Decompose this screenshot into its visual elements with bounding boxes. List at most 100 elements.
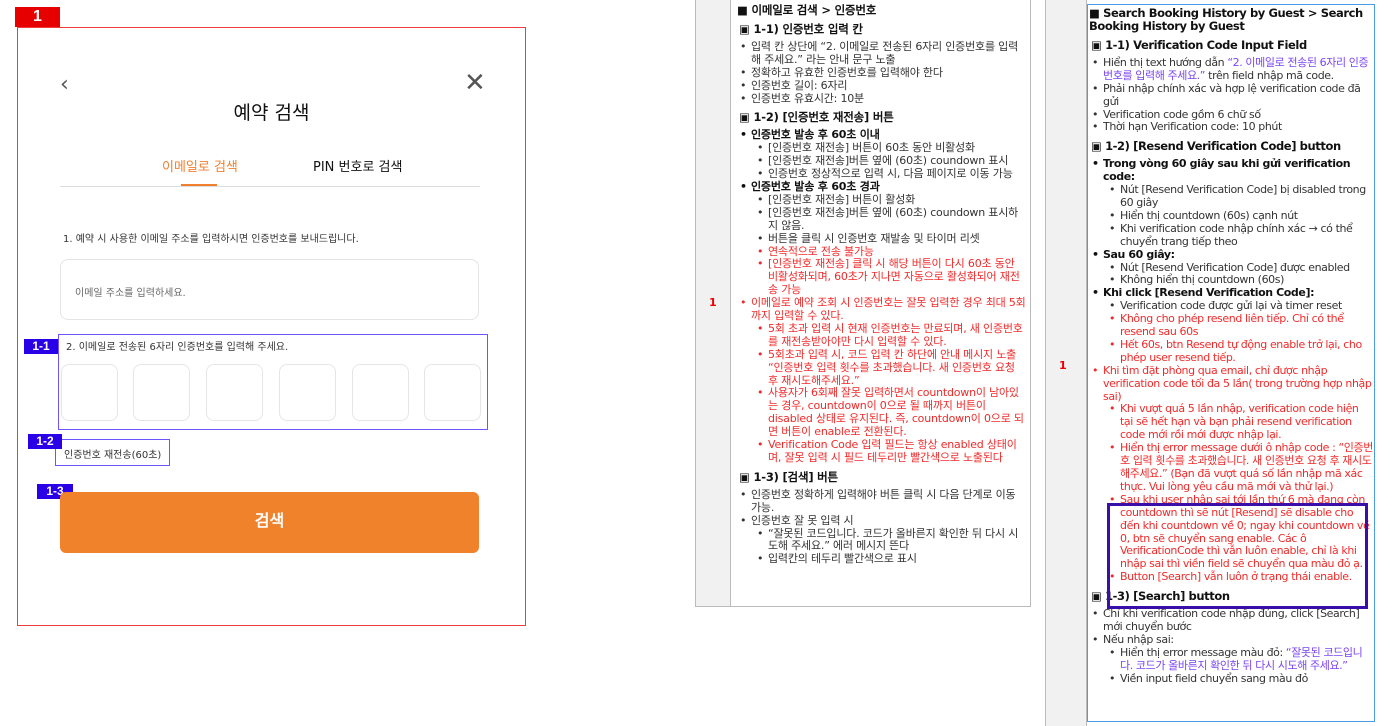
- section-heading: ▣ 1-1) 인증번호 입력 칸: [739, 22, 863, 36]
- list-item: Khi tìm đặt phòng qua email, chỉ được nh…: [1089, 363, 1373, 404]
- list-item: Hiển thị error message dưới ô nhập code …: [1089, 441, 1373, 494]
- section-list: 입력 칸 상단에 “2. 이메일로 전송된 6자리 인증번호를 입력해 주세요.…: [737, 39, 1027, 106]
- item-text: Sau 60 giây:: [1103, 247, 1175, 261]
- section-list: 인증번호 정확하게 입력해야 버튼 클릭 시 다음 단계로 이동 가능.인증번호…: [737, 487, 1027, 566]
- page-title: 예약 검색: [233, 102, 310, 124]
- list-item: 입력칸의 테두리 빨간색으로 표시: [737, 552, 1027, 566]
- code-digit-input[interactable]: [424, 364, 481, 421]
- item-text: 인증번호 잘 못 입력 시: [751, 513, 854, 527]
- item-text: 인증번호 발송 후 60초 경과: [751, 179, 880, 193]
- list-item: Hết 60s, btn Resend tự động enable trở l…: [1089, 337, 1373, 365]
- resend-button[interactable]: 인증번호 재전송(60초): [55, 439, 170, 466]
- list-item: Nút [Resend Verification Code] bị disabl…: [1089, 183, 1373, 210]
- list-item: 5회 초과 입력 시 현재 인증번호는 만료되며, 새 인증번호를 재전송받아야…: [737, 321, 1027, 349]
- item-text: Hiển thị error message màu đỏ:: [1120, 645, 1286, 659]
- list-item: 사용자가 6회째 잘못 입력하면서 countdown이 남아있는 경우, co…: [737, 387, 1027, 439]
- item-text: Hiển thị text hướng dẫn: [1103, 55, 1228, 69]
- list-item: [인증번호 재전송]버튼 옆에 (60초) coundown 표시하지 않음.: [737, 206, 1027, 233]
- active-tab-indicator: [181, 184, 217, 186]
- item-text: 인증번호 정확하게 입력해야 버튼 클릭 시 다음 단계로 이동 가능.: [751, 487, 1016, 514]
- item-text: [인증번호 재전송] 버튼이 활성화: [768, 192, 916, 206]
- list-item: Chỉ khi verification code nhập đúng, cli…: [1089, 607, 1373, 634]
- item-text: “잘못된 코드입니다. 코드가 올바른지 확인한 뒤 다시 시도해 주세요.” …: [768, 526, 1019, 553]
- item-text: Không cho phép resend liên tiếp. Chỉ có …: [1120, 312, 1344, 339]
- list-item: Không cho phép resend liên tiếp. Chỉ có …: [1089, 312, 1373, 339]
- item-text: Nút [Resend Verification Code] được enab…: [1120, 260, 1350, 274]
- section-list: Hiển thị text hướng dẫn “2. 이메일로 전송된 6자리…: [1089, 55, 1373, 134]
- spec-korean: ■ 이메일로 검색 > 인증번호 ▣ 1-1) 인증번호 입력 칸입력 칸 상단에…: [737, 3, 1027, 567]
- item-text: 입력칸의 테두리 빨간색으로 표시: [768, 552, 917, 566]
- item-text: 버튼을 클릭 시 인증번호 재발송 및 타이머 리셋: [768, 231, 980, 245]
- search-button[interactable]: 검색: [60, 492, 479, 553]
- section-heading: ▣ 1-1) Verification Code Input Field: [1091, 38, 1307, 52]
- doc-title: ■ 이메일로 검색 > 인증번호: [737, 3, 877, 17]
- item-text: Khi tìm đặt phòng qua email, chỉ được nh…: [1103, 363, 1372, 403]
- list-item: 입력 칸 상단에 “2. 이메일로 전송된 6자리 인증번호를 입력해 주세요.…: [737, 39, 1027, 67]
- item-text: Hết 60s, btn Resend tự động enable trở l…: [1120, 337, 1362, 364]
- code-digit-input[interactable]: [352, 364, 409, 421]
- doc-title: ■ Search Booking History by Guest > Sear…: [1089, 6, 1363, 33]
- list-item: Khi verification code nhập chính xác → c…: [1089, 221, 1373, 249]
- list-item: Phải nhập chính xác và hợp lệ verificati…: [1089, 81, 1373, 109]
- list-item: Khi vượt quá 5 lần nhập, verification co…: [1089, 403, 1373, 442]
- item-text: 입력 칸 상단에 “2. 이메일로 전송된 6자리 인증번호를 입력해 주세요.…: [751, 39, 1019, 66]
- row-number: 1: [1059, 359, 1067, 372]
- item-text: [인증번호 재전송]버튼 옆에 (60초) coundown 표시: [768, 154, 1009, 168]
- list-item: 이메일로 예약 조회 시 인증번호는 잘못 입력한 경우 최대 5회까지 입력할…: [737, 296, 1027, 323]
- item-text: Viền input field chuyển sang màu đỏ: [1120, 671, 1308, 685]
- item-text: 이메일로 예약 조회 시 인증번호는 잘못 입력한 경우 최대 5회까지 입력할…: [751, 296, 1026, 323]
- item-text: Không hiển thị countdown (60s): [1120, 273, 1284, 287]
- list-item: Verification Code 입력 필드는 항상 enabled 상태이며…: [737, 438, 1027, 465]
- item-text: 연속적으로 전송 불가능: [768, 244, 874, 258]
- highlight-box: [1107, 503, 1368, 609]
- section-heading: ▣ 1-3) [검색] 버튼: [739, 469, 838, 484]
- section-heading: ▣ 1-2) [Resend Verification Code] button: [1091, 139, 1341, 154]
- list-item: 5회초과 입력 시, 코드 입력 칸 하단에 안내 메시지 노출 “인증번호 입…: [737, 347, 1027, 388]
- list-item: Hiển thị error message màu đỏ: “잘못된 코드입니…: [1089, 645, 1373, 673]
- email-step-label: 1. 예약 시 사용한 이메일 주소를 입력하시면 인증번호를 보내드립니다.: [63, 234, 359, 245]
- list-item: Trong vòng 60 giây sau khi gửi verificat…: [1089, 157, 1373, 184]
- list-item: Thời hạn Verification code: 10 phút: [1089, 120, 1373, 134]
- tab-email-search[interactable]: 이메일로 검색: [162, 156, 238, 175]
- list-item: 인증번호 정확하게 입력해야 버튼 클릭 시 다음 단계로 이동 가능.: [737, 487, 1027, 515]
- tab-pin-search[interactable]: PIN 번호로 검색: [313, 156, 402, 175]
- item-text: Nút [Resend Verification Code] bị disabl…: [1120, 183, 1366, 209]
- annotation-tag-1-2: 1-2: [28, 434, 62, 449]
- code-digit-input[interactable]: [61, 364, 118, 421]
- list-item: “잘못된 코드입니다. 코드가 올바른지 확인한 뒤 다시 시도해 주세요.” …: [737, 526, 1027, 554]
- item-text: Verification code gồm 6 chữ số: [1103, 107, 1261, 121]
- code-step-label: 2. 이메일로 전송된 6자리 인증번호를 입력해 주세요.: [66, 342, 289, 353]
- code-digit-input[interactable]: [206, 364, 263, 421]
- item-text: Verification Code 입력 필드는 항상 enabled 상태이며…: [768, 438, 1017, 464]
- list-item: Viền input field chuyển sang màu đỏ: [1089, 671, 1373, 686]
- section-heading: ▣ 1-2) [인증번호 재전송] 버튼: [739, 110, 894, 125]
- annotation-tag-1-1: 1-1: [24, 339, 58, 354]
- code-digit-input[interactable]: [279, 364, 336, 421]
- item-text: Trong vòng 60 giây sau khi gửi verificat…: [1103, 157, 1351, 184]
- item-text: Phải nhập chính xác và hợp lệ verificati…: [1103, 81, 1361, 108]
- item-text: 정확하고 유효한 인증번호를 입력해야 한다: [751, 65, 943, 79]
- cell-border: [695, 606, 1031, 607]
- email-input[interactable]: 이메일 주소를 입력하세요.: [60, 259, 479, 320]
- item-text: 5회 초과 입력 시 현재 인증번호는 만료되며, 새 인증번호를 재전송받아야…: [768, 321, 1023, 348]
- row-number: 1: [709, 296, 717, 309]
- tab-divider: [60, 186, 480, 187]
- item-text: 인증번호 정상적으로 입력 시, 다음 페이지로 이동 가능: [768, 167, 1013, 181]
- item-text: [인증번호 재전송] 버튼이 60초 동안 비활성화: [768, 141, 975, 155]
- list-item: [인증번호 재전송] 클릭 시 해당 버튼이 다시 60초 동안 비활성화되며,…: [737, 257, 1027, 297]
- item-text: Thời hạn Verification code: 10 phút: [1103, 120, 1282, 134]
- item-text: Nếu nhập sai:: [1103, 632, 1174, 646]
- code-digit-input[interactable]: [133, 364, 190, 421]
- item-text: Khi vượt quá 5 lần nhập, verification co…: [1120, 402, 1359, 442]
- item-text: Khi click [Resend Verification Code]:: [1103, 286, 1315, 300]
- item-text: 5회초과 입력 시, 코드 입력 칸 하단에 안내 메시지 노출 “인증번호 입…: [768, 347, 1017, 387]
- back-icon[interactable]: ‹: [60, 72, 69, 97]
- cell-border: [1030, 0, 1031, 607]
- close-icon[interactable]: ✕: [464, 68, 486, 98]
- item-text: Hiển thị countdown (60s) cạnh nút: [1120, 208, 1298, 222]
- list-item: Hiển thị text hướng dẫn “2. 이메일로 전송된 6자리…: [1089, 55, 1373, 83]
- item-text: Khi verification code nhập chính xác → c…: [1120, 221, 1353, 248]
- list-item: 인증번호 유효시간: 10분: [737, 92, 1027, 106]
- item-text: trên field nhập mã code.: [1205, 68, 1334, 82]
- item-text: 인증번호 발송 후 60초 이내: [751, 128, 880, 142]
